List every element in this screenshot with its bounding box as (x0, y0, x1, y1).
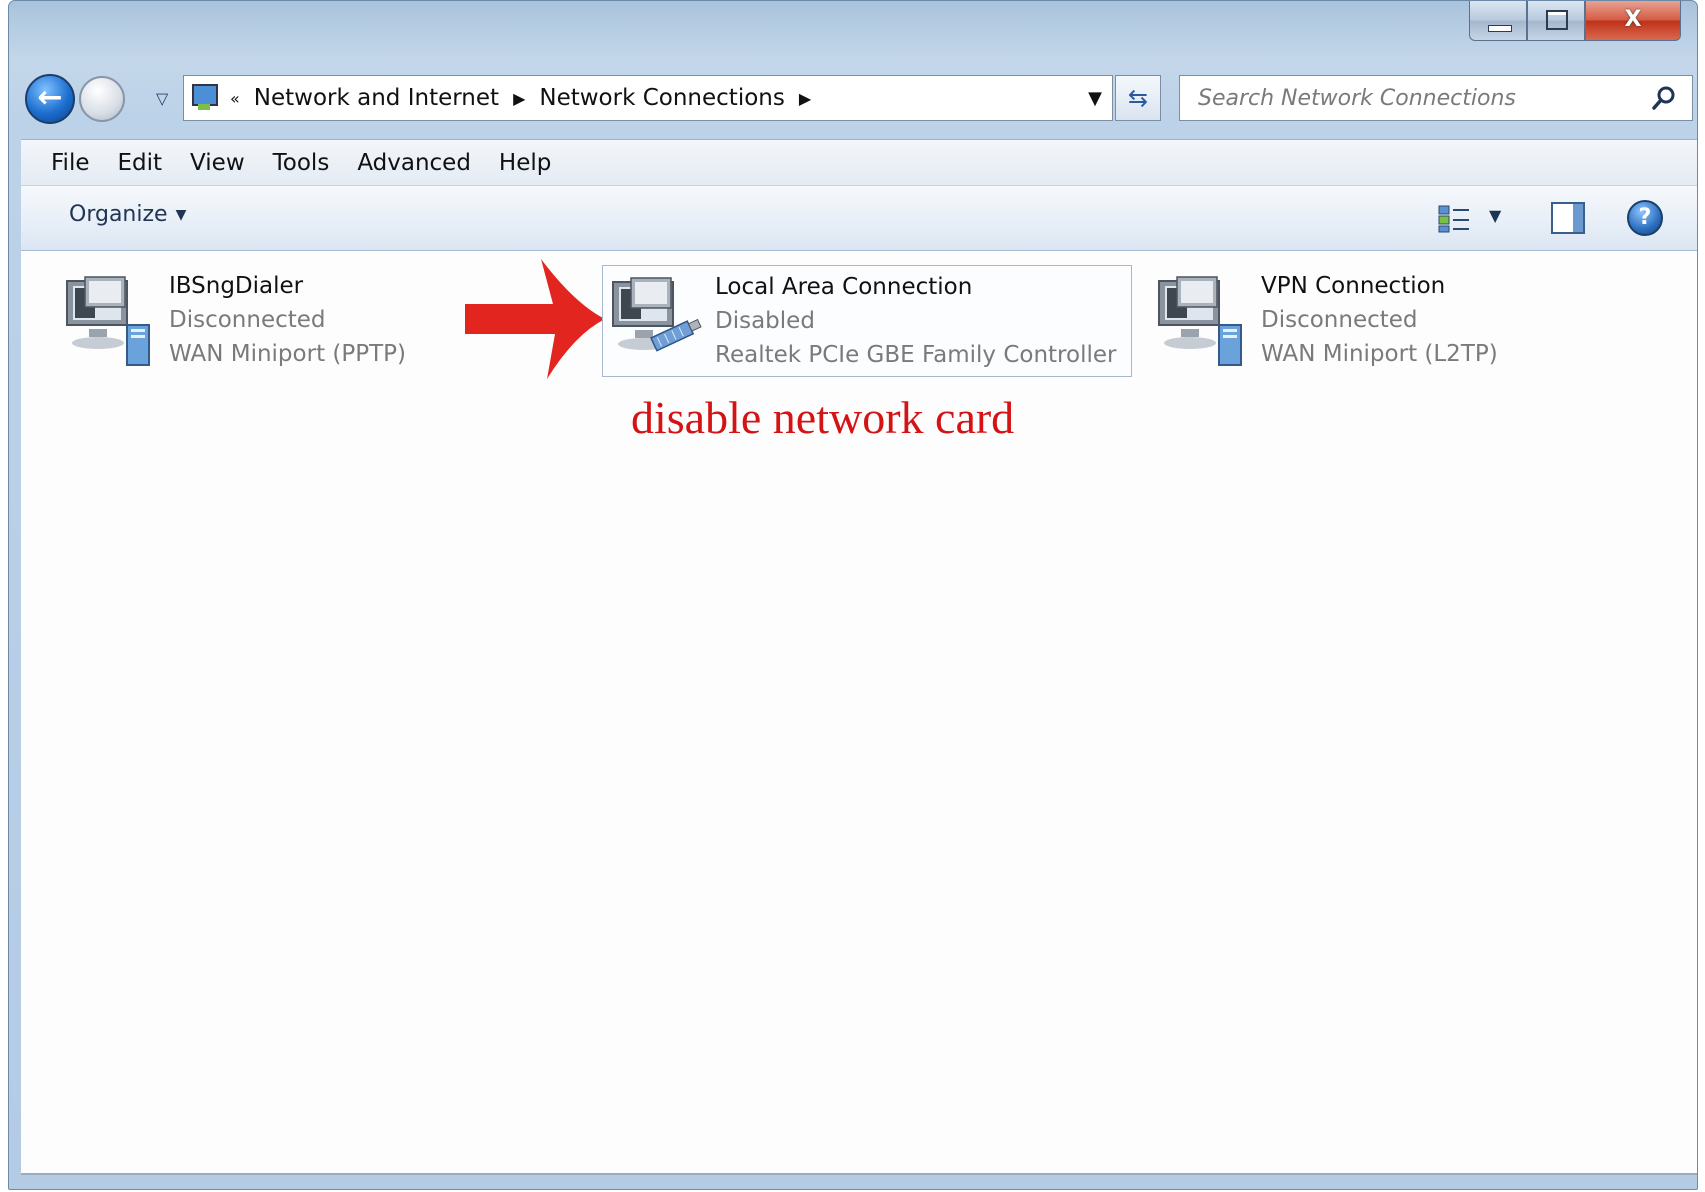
breadcrumb-overflow-icon[interactable]: « (230, 89, 240, 108)
connections-list: IBSngDialer Disconnected WAN Miniport (P… (21, 251, 1697, 1175)
organize-label: Organize (69, 202, 168, 227)
close-icon: X (1624, 7, 1642, 32)
minimize-icon (1488, 25, 1512, 32)
connection-status: Disconnected (169, 307, 326, 333)
view-options-dropdown-icon[interactable]: ▼ (1489, 206, 1501, 225)
maximize-button[interactable] (1527, 1, 1585, 41)
caption-buttons: X (1469, 1, 1681, 45)
menu-edit[interactable]: Edit (104, 150, 177, 176)
menu-help[interactable]: Help (485, 150, 565, 176)
menu-bar: File Edit View Tools Advanced Help (21, 139, 1697, 185)
menu-tools[interactable]: Tools (259, 150, 344, 176)
connection-item-local-area-connection[interactable]: Local Area Connection Disabled Realtek P… (602, 265, 1132, 377)
forward-button[interactable] (79, 76, 125, 122)
menu-advanced[interactable]: Advanced (343, 150, 485, 176)
close-button[interactable]: X (1585, 1, 1681, 41)
address-dropdown-icon[interactable]: ▼ (1088, 88, 1102, 109)
refresh-button[interactable]: ⇆ (1115, 75, 1161, 121)
connection-device: WAN Miniport (PPTP) (169, 341, 406, 367)
help-icon[interactable]: ? (1627, 200, 1663, 236)
organize-button[interactable]: Organize ▼ (69, 202, 186, 227)
back-arrow-icon: ← (37, 80, 63, 115)
vpn-dialup-icon (66, 276, 150, 366)
breadcrumb-chevron-icon[interactable]: ▶ (513, 89, 525, 108)
address-bar[interactable]: « Network and Internet ▶ Network Connect… (183, 75, 1113, 121)
red-arrow-annotation-icon (465, 259, 605, 379)
breadcrumb-network-and-internet[interactable]: Network and Internet (254, 85, 499, 111)
explorer-window: X ← ▽ « Network and Internet ▶ Network C… (8, 0, 1698, 1190)
connection-status: Disabled (715, 308, 815, 334)
breadcrumb-chevron-icon[interactable]: ▶ (799, 89, 811, 108)
search-icon[interactable] (1650, 84, 1678, 112)
network-folder-icon (190, 82, 220, 114)
change-view-icon[interactable] (1437, 204, 1471, 234)
connection-item-ibsngdialer[interactable]: IBSngDialer Disconnected WAN Miniport (P… (57, 265, 477, 377)
connection-name: IBSngDialer (169, 273, 304, 299)
chevron-down-icon: ▼ (175, 207, 187, 223)
vpn-dialup-icon (1158, 276, 1242, 366)
minimize-button[interactable] (1469, 1, 1527, 41)
connection-details: IBSngDialer Disconnected WAN Miniport (P… (169, 269, 406, 371)
connection-item-vpn-connection[interactable]: VPN Connection Disconnected WAN Miniport… (1149, 265, 1569, 377)
navigation-bar: ← ▽ « Network and Internet ▶ Network Con… (9, 67, 1697, 127)
maximize-icon (1546, 10, 1568, 30)
search-input[interactable] (1196, 76, 1640, 120)
recent-pages-dropdown-icon[interactable]: ▽ (156, 89, 168, 108)
connection-status: Disconnected (1261, 307, 1418, 333)
connection-details: VPN Connection Disconnected WAN Miniport… (1261, 269, 1498, 371)
search-box[interactable] (1179, 75, 1693, 121)
connection-device: WAN Miniport (L2TP) (1261, 341, 1498, 367)
connection-device: Realtek PCIe GBE Family Controller (715, 342, 1117, 368)
refresh-icon: ⇆ (1127, 84, 1149, 112)
menu-view[interactable]: View (176, 150, 259, 176)
preview-pane-icon[interactable] (1551, 202, 1585, 234)
connection-name: Local Area Connection (715, 274, 973, 300)
annotation-text: disable network card (631, 392, 1015, 443)
lan-adapter-icon (612, 277, 702, 352)
command-bar: Organize ▼ ▼ ? (21, 185, 1697, 251)
connection-name: VPN Connection (1261, 273, 1446, 299)
breadcrumb-network-connections[interactable]: Network Connections (539, 85, 784, 111)
back-button[interactable]: ← (25, 74, 75, 124)
connection-details: Local Area Connection Disabled Realtek P… (715, 270, 1116, 372)
menu-file[interactable]: File (37, 150, 104, 176)
